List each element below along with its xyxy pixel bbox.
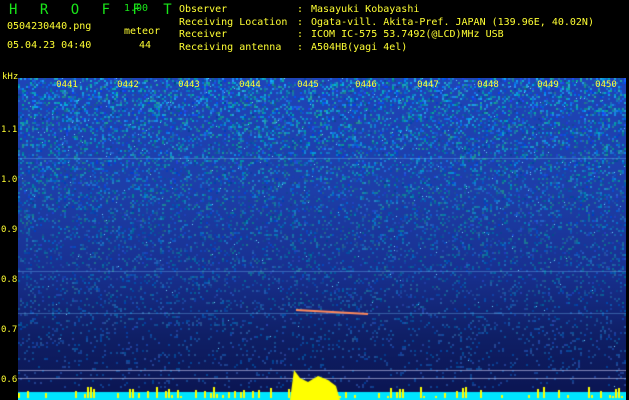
freq-label-0.7: 0.7: [1, 325, 18, 335]
receiver-label: Receiver: [179, 29, 228, 40]
separator: :: [297, 4, 304, 15]
location-row: Receiving Location: Ogata-vill. Akita-Pre…: [179, 17, 594, 30]
header-panel: H R O F F T 1.00 0504230440.png 05.04.23…: [0, 0, 629, 78]
time-label-0445: 0445: [297, 80, 319, 90]
observer-row: Observer: Masayuki Kobayashi: [179, 4, 594, 17]
date-time: 05.04.23 04:40: [7, 40, 92, 51]
separator: :: [297, 16, 304, 28]
separator: :: [297, 41, 304, 53]
spectrogram-canvas[interactable]: [18, 78, 626, 400]
time-label-0442: 0442: [117, 80, 139, 90]
time-label-0448: 0448: [477, 80, 499, 90]
meteor-count: 44: [139, 40, 152, 51]
antenna-value: A504HB(yagi 4el): [311, 41, 408, 53]
freq-label-0.8: 0.8: [1, 275, 18, 285]
time-label-0441: 0441: [56, 80, 78, 90]
location-value: Ogata-vill. Akita-Pref. JAPAN (139.96E, …: [311, 16, 594, 28]
separator: :: [297, 29, 304, 40]
freq-label-1.0: 1.0: [1, 175, 18, 185]
location-label: Receiving Location: [179, 16, 288, 28]
observer-value: Masayuki Kobayashi: [311, 4, 420, 15]
meteor-label: meteor: [124, 26, 161, 37]
receiver-row: Receiver: ICOM IC-575 53.7492(@LCD)MHz US…: [179, 29, 594, 42]
time-label-0446: 0446: [355, 80, 377, 90]
freq-label-1.1: 1.1: [1, 125, 18, 135]
freq-label-0.9: 0.9: [1, 225, 18, 235]
receiver-value: ICOM IC-575 53.7492(@LCD)MHz USB: [311, 29, 504, 40]
time-label-0450: 0450: [595, 80, 617, 90]
freq-label-0.6: 0.6: [1, 375, 18, 385]
time-label-0449: 0449: [537, 80, 559, 90]
spectrogram[interactable]: [18, 78, 626, 400]
freq-unit-label: kHz: [2, 72, 19, 82]
time-label-0443: 0443: [178, 80, 200, 90]
app-version: 1.00: [124, 3, 149, 14]
observer-label: Observer: [179, 4, 228, 15]
station-info: Observer: Masayuki Kobayashi Receiving Lo…: [179, 4, 594, 54]
antenna-label: Receiving antenna: [179, 41, 282, 53]
time-label-0444: 0444: [239, 80, 261, 90]
file-name: 0504230440.png: [7, 21, 92, 32]
time-label-0447: 0447: [417, 80, 439, 90]
app-title: H R O F F T: [9, 2, 179, 18]
antenna-row: Receiving antenna: A504HB(yagi 4el): [179, 42, 594, 55]
